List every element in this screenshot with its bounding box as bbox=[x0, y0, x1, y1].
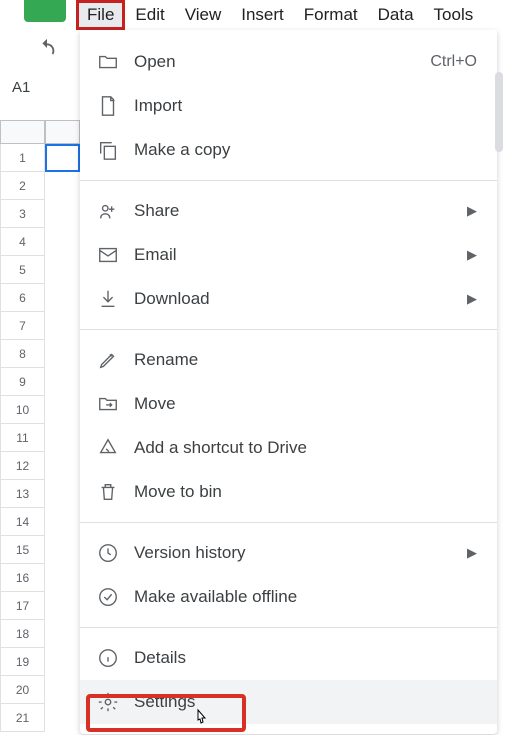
menu-item-add-shortcut[interactable]: Add a shortcut to Drive bbox=[80, 426, 497, 470]
row-header[interactable]: 2 bbox=[0, 172, 45, 200]
row-header[interactable]: 7 bbox=[0, 312, 45, 340]
row-header[interactable]: 6 bbox=[0, 284, 45, 312]
row-header[interactable]: 17 bbox=[0, 592, 45, 620]
menu-item-label: Make a copy bbox=[134, 140, 230, 160]
menu-item-make-copy[interactable]: Make a copy bbox=[80, 128, 497, 172]
menu-item-label: Move to bin bbox=[134, 482, 222, 502]
menu-item-import[interactable]: Import bbox=[80, 84, 497, 128]
menu-data[interactable]: Data bbox=[368, 1, 424, 29]
menu-insert[interactable]: Insert bbox=[231, 1, 294, 29]
import-icon bbox=[96, 95, 120, 117]
move-folder-icon bbox=[96, 393, 120, 415]
row-header[interactable]: 19 bbox=[0, 648, 45, 676]
menu-tools[interactable]: Tools bbox=[424, 1, 484, 29]
name-box[interactable]: A1 bbox=[4, 77, 38, 98]
menu-divider bbox=[80, 522, 497, 523]
menu-item-label: Details bbox=[134, 648, 186, 668]
chevron-right-icon: ▶ bbox=[467, 291, 477, 307]
menu-item-label: Version history bbox=[134, 543, 246, 563]
menu-item-version-history[interactable]: Version history ▶ bbox=[80, 531, 497, 575]
menu-file[interactable]: File bbox=[76, 0, 125, 30]
menu-format[interactable]: Format bbox=[294, 1, 368, 29]
menubar: File Edit View Insert Format Data Tools bbox=[76, 0, 483, 30]
row-header[interactable]: 10 bbox=[0, 396, 45, 424]
menu-divider bbox=[80, 180, 497, 181]
menu-view[interactable]: View bbox=[175, 1, 232, 29]
row-header[interactable]: 3 bbox=[0, 200, 45, 228]
drive-shortcut-icon bbox=[96, 437, 120, 459]
share-icon bbox=[96, 200, 120, 222]
trash-icon bbox=[96, 481, 120, 503]
row-header[interactable]: 12 bbox=[0, 452, 45, 480]
menu-item-move-to-bin[interactable]: Move to bin bbox=[80, 470, 497, 514]
copy-icon bbox=[96, 139, 120, 161]
menu-divider bbox=[80, 627, 497, 628]
row-header[interactable]: 18 bbox=[0, 620, 45, 648]
menu-item-label: Open bbox=[134, 52, 176, 72]
scrollbar[interactable] bbox=[495, 72, 503, 152]
row-header[interactable]: 15 bbox=[0, 536, 45, 564]
menu-item-details[interactable]: Details bbox=[80, 636, 497, 680]
menu-item-label: Share bbox=[134, 201, 179, 221]
menu-item-offline[interactable]: Make available offline bbox=[80, 575, 497, 619]
cell-a1[interactable] bbox=[45, 144, 80, 172]
menu-item-move[interactable]: Move bbox=[80, 382, 497, 426]
menu-item-label: Move bbox=[134, 394, 176, 414]
row-header[interactable]: 16 bbox=[0, 564, 45, 592]
menu-item-label: Settings bbox=[134, 692, 195, 712]
download-icon bbox=[96, 288, 120, 310]
row-header[interactable]: 4 bbox=[0, 228, 45, 256]
column-header-a[interactable] bbox=[45, 120, 80, 144]
row-header[interactable]: 21 bbox=[0, 704, 45, 732]
gear-icon bbox=[96, 691, 120, 713]
chevron-right-icon: ▶ bbox=[467, 203, 477, 219]
menu-divider bbox=[80, 329, 497, 330]
folder-icon bbox=[96, 51, 120, 73]
menu-item-email[interactable]: Email ▶ bbox=[80, 233, 497, 277]
menu-item-label: Download bbox=[134, 289, 210, 309]
menu-item-rename[interactable]: Rename bbox=[80, 338, 497, 382]
select-all-corner[interactable] bbox=[0, 120, 45, 144]
undo-icon[interactable] bbox=[36, 37, 58, 64]
row-header[interactable]: 9 bbox=[0, 368, 45, 396]
menu-item-settings[interactable]: Settings bbox=[80, 680, 497, 724]
chevron-right-icon: ▶ bbox=[467, 545, 477, 561]
row-header[interactable]: 5 bbox=[0, 256, 45, 284]
menu-item-label: Add a shortcut to Drive bbox=[134, 438, 307, 458]
menu-item-label: Make available offline bbox=[134, 587, 297, 607]
row-header[interactable]: 14 bbox=[0, 508, 45, 536]
top-bar: File Edit View Insert Format Data Tools bbox=[0, 0, 507, 30]
spreadsheet-grid: 123456789101112131415161718192021 bbox=[0, 120, 80, 734]
row-header[interactable]: 1 bbox=[0, 144, 45, 172]
row-header[interactable]: 11 bbox=[0, 424, 45, 452]
menu-item-share[interactable]: Share ▶ bbox=[80, 189, 497, 233]
file-menu-dropdown: Open Ctrl+O Import Make a copy Share ▶ E… bbox=[80, 30, 497, 734]
info-icon bbox=[96, 647, 120, 669]
chevron-right-icon: ▶ bbox=[467, 247, 477, 263]
menu-item-label: Import bbox=[134, 96, 182, 116]
menu-item-label: Rename bbox=[134, 350, 198, 370]
sheets-logo bbox=[24, 0, 66, 22]
offline-icon bbox=[96, 586, 120, 608]
shortcut-text: Ctrl+O bbox=[430, 53, 477, 71]
history-icon bbox=[96, 542, 120, 564]
menu-item-label: Email bbox=[134, 245, 177, 265]
menu-item-open[interactable]: Open Ctrl+O bbox=[80, 40, 497, 84]
row-header[interactable]: 13 bbox=[0, 480, 45, 508]
email-icon bbox=[96, 244, 120, 266]
row-header[interactable]: 8 bbox=[0, 340, 45, 368]
pencil-icon bbox=[96, 349, 120, 371]
row-header[interactable]: 20 bbox=[0, 676, 45, 704]
menu-edit[interactable]: Edit bbox=[125, 1, 174, 29]
menu-item-download[interactable]: Download ▶ bbox=[80, 277, 497, 321]
